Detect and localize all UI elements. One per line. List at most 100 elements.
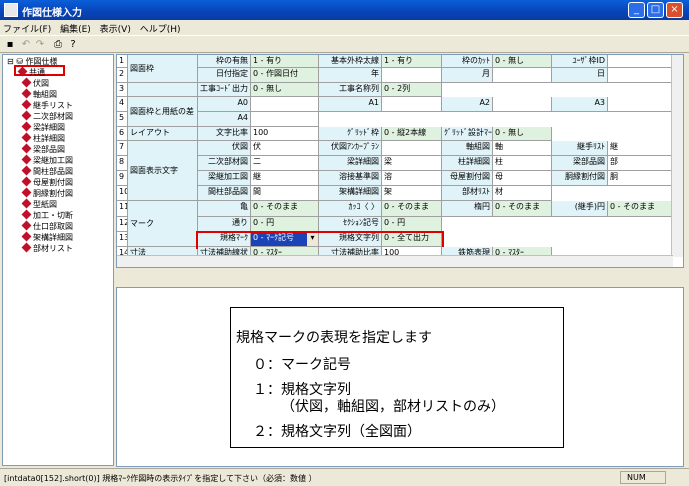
- tree-item[interactable]: 部材リスト: [21, 242, 73, 254]
- menu-edit[interactable]: 編集(E): [57, 20, 94, 37]
- label-a0: A0: [198, 97, 251, 112]
- value-grid-frame[interactable]: 0 - 縦2本線: [382, 127, 442, 141]
- tree-item[interactable]: 梁継加工図: [21, 154, 73, 166]
- value-purlin-layout[interactable]: 母: [493, 171, 552, 186]
- label-grid-frame: ｸﾞﾘｯﾄﾞ枠: [319, 127, 382, 141]
- label-user-frame-id: ﾕｰｻﾞ枠ID: [552, 55, 608, 68]
- label-stud-parts: 間柱部品図: [198, 186, 251, 201]
- value-project-name-rows[interactable]: 0 - 2列: [382, 83, 442, 97]
- value-year[interactable]: [382, 68, 442, 83]
- value-anchor-plan[interactable]: [382, 141, 442, 156]
- horizontal-scrollbar[interactable]: [117, 255, 673, 267]
- row-number: 4: [117, 97, 128, 112]
- value-framing-elevation[interactable]: 軸: [493, 141, 552, 156]
- label-framing-elevation: 軸組図: [442, 141, 493, 156]
- tree-item[interactable]: 胴縁割付図: [21, 187, 73, 199]
- help-icon[interactable]: ?: [66, 38, 80, 52]
- row-number: 10: [117, 186, 128, 201]
- menu-view[interactable]: 表示(V): [97, 20, 134, 37]
- value-secondary-member[interactable]: 二: [251, 156, 319, 171]
- label-joint-list: 継手ﾘｽﾄ: [552, 141, 608, 156]
- spec-grid: 1 2 3 4 5 6 7 8 9 10 11 12 13 14 図面枠 図面枠…: [116, 54, 684, 268]
- save-icon[interactable]: ▪: [3, 38, 17, 52]
- label-beam-detail: 梁詳細図: [319, 156, 382, 171]
- value-grid-line[interactable]: 0 - 円: [251, 217, 319, 232]
- value-text-ratio[interactable]: 100: [251, 127, 319, 141]
- value-frame-cut[interactable]: 0 - 無し: [493, 55, 552, 68]
- tree-item[interactable]: 柱詳細図: [21, 132, 65, 144]
- tree-item[interactable]: 型紙図: [21, 198, 57, 210]
- tree-item[interactable]: 伏図: [21, 77, 49, 89]
- diamond-icon: [21, 77, 32, 88]
- value-frame-detail[interactable]: 架: [382, 186, 442, 201]
- label-frame-cut: 枠のｶｯﾄ: [442, 55, 493, 68]
- value-a0[interactable]: [251, 97, 319, 112]
- menu-file[interactable]: ファイル(F): [0, 20, 54, 37]
- value-project-code[interactable]: 0 - 無し: [251, 83, 319, 97]
- label-ellipse-mark: 楕円: [442, 201, 493, 217]
- tree-item[interactable]: 共通: [17, 66, 45, 78]
- tree-item[interactable]: 架構詳細図: [21, 231, 73, 243]
- value-joint-list[interactable]: 継: [608, 141, 673, 156]
- value-girt-layout[interactable]: 胴: [608, 171, 673, 186]
- tree-item[interactable]: 二次部材図: [21, 110, 73, 122]
- value-month[interactable]: [493, 68, 552, 83]
- minimize-button[interactable]: _: [628, 2, 645, 18]
- value-beam-joint-machining[interactable]: 継: [251, 171, 319, 186]
- undo-icon[interactable]: ↶: [19, 38, 33, 52]
- value-frame-presence[interactable]: 1 - 有り: [251, 55, 319, 68]
- label-turtle-mark: 亀: [198, 201, 251, 217]
- redo-icon[interactable]: ↷: [33, 38, 47, 52]
- value-user-frame-id[interactable]: [608, 55, 673, 68]
- tree-item[interactable]: 継手リスト: [21, 99, 73, 111]
- label-column-detail: 柱詳細図: [442, 156, 493, 171]
- tree-item[interactable]: 間柱部品図: [21, 165, 73, 177]
- value-grid-design-mark[interactable]: 0 - 無し: [493, 127, 552, 141]
- menu-help[interactable]: ヘルプ(H): [137, 20, 184, 37]
- value-bracket-mark[interactable]: 0 - そのまま: [382, 201, 442, 217]
- diamond-icon: [21, 176, 32, 187]
- value-outer-frame-bold[interactable]: 1 - 有り: [382, 55, 442, 68]
- value-a1[interactable]: [382, 97, 442, 112]
- value-column-detail[interactable]: 柱: [493, 156, 552, 171]
- value-turtle-mark[interactable]: 0 - そのまま: [251, 201, 319, 217]
- diamond-icon: [21, 154, 32, 165]
- menu-bar: ファイル(F) 編集(E) 表示(V) ヘルプ(H): [0, 20, 689, 36]
- description-box: 規格マークの表現を指定します ０：マーク記号 １：規格文字列 （伏図，軸組図，部…: [230, 307, 564, 448]
- value-member-list[interactable]: 材: [493, 186, 552, 201]
- value-beam-detail[interactable]: 梁: [382, 156, 442, 171]
- value-day[interactable]: [608, 68, 673, 83]
- diamond-icon: [21, 198, 32, 209]
- window-title: 作図仕様入力: [22, 8, 82, 19]
- value-a3[interactable]: [608, 97, 673, 112]
- tree-item[interactable]: 母屋割付図: [21, 176, 73, 188]
- value-floor-plan[interactable]: 伏: [251, 141, 319, 156]
- group-mark: マーク: [128, 201, 198, 247]
- value-joint-circle[interactable]: 0 - そのまま: [608, 201, 673, 217]
- value-beam-parts[interactable]: 部: [608, 156, 673, 171]
- diamond-icon: [21, 231, 32, 242]
- value-weld-standard[interactable]: 溶: [382, 171, 442, 186]
- label-project-name-rows: 工事名称列: [319, 83, 382, 97]
- close-button[interactable]: ×: [666, 2, 683, 18]
- value-date[interactable]: 0 - 作図日付: [251, 68, 319, 83]
- tree-item[interactable]: 梁詳細図: [21, 121, 65, 133]
- tree-item[interactable]: 加工・切断: [21, 209, 73, 221]
- value-ellipse-mark[interactable]: 0 - そのまま: [493, 201, 552, 217]
- description-option-0: ０：マーク記号: [253, 357, 351, 373]
- label-anchor-plan: 伏図ｱﾝｶｰﾌﾟﾗﾝ: [319, 141, 382, 156]
- label-a3: A3: [552, 97, 608, 112]
- tree-item[interactable]: 梁部品図: [21, 143, 65, 155]
- value-section-symbol[interactable]: 0 - 円: [382, 217, 442, 232]
- diamond-icon: [21, 132, 32, 143]
- tree-item[interactable]: 軸組図: [21, 88, 57, 100]
- maximize-button[interactable]: □: [647, 2, 664, 18]
- print-icon[interactable]: ⎙: [51, 38, 65, 52]
- value-stud-parts[interactable]: 間: [251, 186, 319, 201]
- value-a2[interactable]: [493, 97, 552, 112]
- tree-item[interactable]: 仕口部取図: [21, 220, 73, 232]
- value-a4[interactable]: [251, 112, 319, 127]
- vertical-scrollbar[interactable]: [671, 55, 683, 257]
- description-option-1-note: （伏図，軸組図，部材リストのみ）: [281, 399, 505, 415]
- label-a4: A4: [198, 112, 251, 127]
